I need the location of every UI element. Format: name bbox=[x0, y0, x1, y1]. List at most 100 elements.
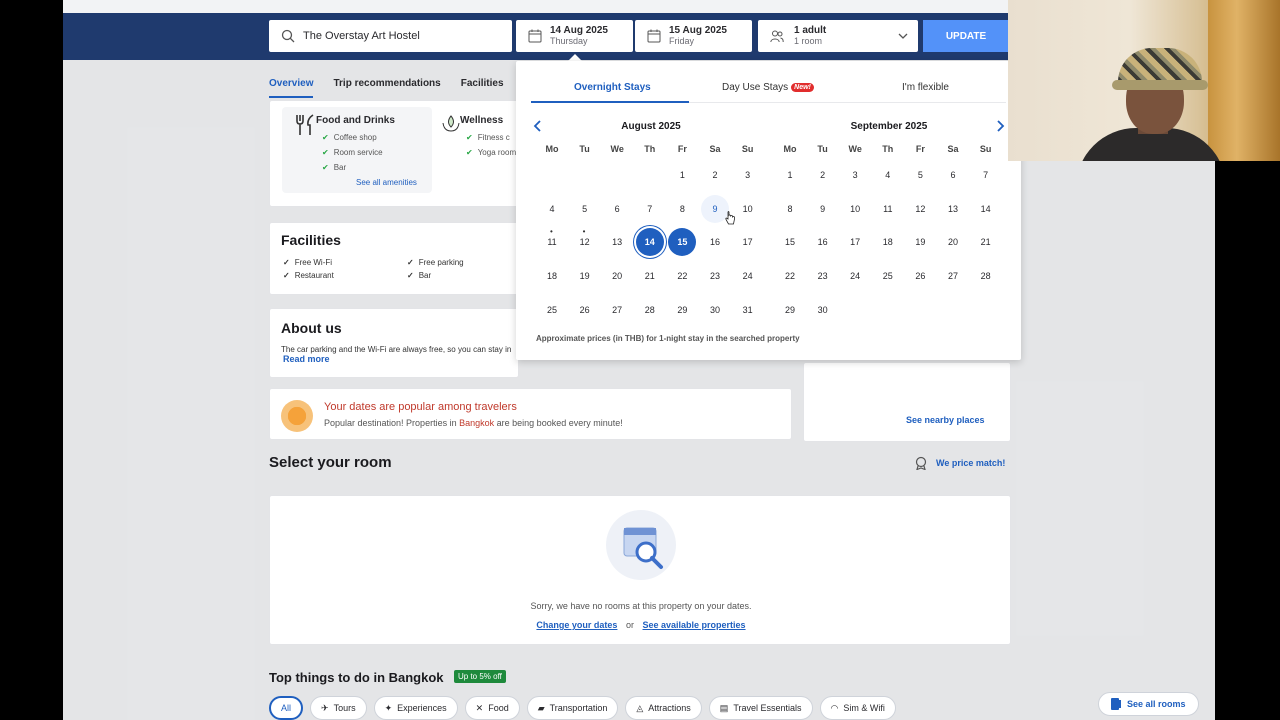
calendar-day[interactable]: 23 bbox=[701, 262, 729, 290]
calendar-day[interactable]: 22 bbox=[776, 262, 804, 290]
calendar-day[interactable]: 30 bbox=[809, 296, 837, 324]
calendar-day[interactable]: 29 bbox=[668, 296, 696, 324]
calendar-day[interactable]: 3 bbox=[841, 161, 869, 189]
things-to-do-title: Top things to do in Bangkok bbox=[269, 670, 444, 685]
food-icon: ✕ bbox=[475, 702, 484, 713]
calendar-day[interactable]: 30 bbox=[701, 296, 729, 324]
chip-attractions[interactable]: ◬ Attractions bbox=[625, 696, 702, 720]
calendar-day[interactable]: 14 bbox=[635, 228, 664, 257]
calendar-day[interactable]: 29 bbox=[776, 296, 804, 324]
calendar-day[interactable]: 6 bbox=[939, 161, 967, 189]
calendar-day[interactable]: 1 bbox=[668, 161, 696, 189]
calendar-day[interactable]: 26 bbox=[571, 296, 599, 324]
calendar-day[interactable]: 2 bbox=[809, 161, 837, 189]
calendar-day[interactable]: 13 bbox=[939, 195, 967, 223]
calendar-day[interactable]: 25 bbox=[538, 296, 566, 324]
calendar-day[interactable]: 14 bbox=[972, 195, 1000, 223]
calendar-day[interactable]: 9 bbox=[809, 195, 837, 223]
calendar-day[interactable]: 24 bbox=[734, 262, 762, 290]
chip-transportation[interactable]: ▰ Transportation bbox=[526, 696, 619, 720]
chip-tours[interactable]: ✈ Tours bbox=[310, 696, 367, 720]
update-button[interactable]: UPDATE bbox=[923, 20, 1009, 52]
tab-facilities[interactable]: Facilities bbox=[461, 66, 504, 98]
calendar-day[interactable]: 11 bbox=[874, 195, 902, 223]
search-input[interactable]: The Overstay Art Hostel bbox=[269, 20, 512, 52]
calendar-day[interactable]: 7 bbox=[636, 195, 664, 223]
tab-overnight-stays[interactable]: Overnight Stays bbox=[574, 82, 651, 93]
tab-day-use-stays[interactable]: Day Use Stays New! bbox=[722, 82, 814, 93]
tab-trip-recommendations[interactable]: Trip recommendations bbox=[333, 66, 440, 98]
chip-travel-essentials[interactable]: ▤ Travel Essentials bbox=[708, 696, 813, 720]
checkout-date-field[interactable]: 15 Aug 2025 Friday bbox=[635, 20, 752, 52]
see-all-rooms-button[interactable]: See all rooms bbox=[1098, 692, 1199, 716]
calendar-day[interactable]: 17 bbox=[841, 228, 869, 256]
popover-arrow bbox=[568, 54, 582, 61]
search-icon bbox=[281, 29, 295, 43]
no-rooms-message: Sorry, we have no rooms at this property… bbox=[530, 601, 752, 611]
read-more-link[interactable]: Read more bbox=[283, 354, 330, 364]
calendar-day[interactable]: 28 bbox=[972, 262, 1000, 290]
calendar-day[interactable]: 15 bbox=[776, 228, 804, 256]
see-available-properties-link[interactable]: See available properties bbox=[643, 620, 746, 630]
calendar-day[interactable]: 20 bbox=[939, 228, 967, 256]
calendar-day[interactable]: 4 bbox=[874, 161, 902, 189]
calendar-day[interactable]: 10 bbox=[841, 195, 869, 223]
change-dates-link[interactable]: Change your dates bbox=[536, 620, 617, 630]
calendar-day[interactable]: 24 bbox=[841, 262, 869, 290]
calendar-day[interactable]: 18 bbox=[538, 262, 566, 290]
chip-all[interactable]: All bbox=[269, 696, 304, 720]
price-note: Approximate prices (in THB) for 1-night … bbox=[536, 334, 800, 343]
calendar-day[interactable]: 10 bbox=[734, 195, 762, 223]
weekday-label: Sa bbox=[947, 144, 959, 154]
calendar-day[interactable]: 28 bbox=[636, 296, 664, 324]
checkin-date-field[interactable]: 14 Aug 2025 Thursday bbox=[516, 20, 633, 52]
calendar-day[interactable]: 1 bbox=[776, 161, 804, 189]
calendar-day[interactable]: 7 bbox=[972, 161, 1000, 189]
calendar-day[interactable]: 18 bbox=[874, 228, 902, 256]
calendar-day[interactable]: 8 bbox=[668, 195, 696, 223]
calendar-day[interactable]: 26 bbox=[906, 262, 934, 290]
calendar-day[interactable]: 13 bbox=[603, 228, 631, 256]
chip-food[interactable]: ✕ Food bbox=[464, 696, 520, 720]
calendar-day[interactable]: 8 bbox=[776, 195, 804, 223]
calendar-day[interactable]: 15 bbox=[668, 228, 697, 257]
discount-badge: Up to 5% off bbox=[454, 670, 506, 683]
calendar-day[interactable]: 21 bbox=[636, 262, 664, 290]
tab-im-flexible[interactable]: I'm flexible bbox=[902, 82, 949, 93]
hand-cursor-icon bbox=[725, 211, 735, 225]
calendar-day[interactable]: 16 bbox=[809, 228, 837, 256]
calendar-day[interactable]: 2 bbox=[701, 161, 729, 189]
food-drinks-title: Food and Drinks bbox=[316, 115, 395, 126]
chip-sim-wifi[interactable]: ◠ Sim & Wifi bbox=[819, 696, 896, 720]
calendar-day[interactable]: 25 bbox=[874, 262, 902, 290]
calendar-day[interactable]: 12 bbox=[571, 218, 599, 256]
see-all-amenities-link[interactable]: See all amenities bbox=[356, 178, 417, 187]
calendar-day[interactable]: 21 bbox=[972, 228, 1000, 256]
see-nearby-places-link[interactable]: See nearby places bbox=[906, 415, 985, 425]
chip-experiences[interactable]: ✦ Experiences bbox=[373, 696, 458, 720]
calendar-day[interactable]: 16 bbox=[701, 228, 729, 256]
calendar-day[interactable]: 12 bbox=[906, 195, 934, 223]
calendar-in-icon bbox=[528, 29, 542, 43]
amenity-item: Coffee shop bbox=[322, 133, 377, 142]
calendar-day[interactable]: 17 bbox=[734, 228, 762, 256]
calendar-day[interactable]: 20 bbox=[603, 262, 631, 290]
calendar-day[interactable]: 23 bbox=[809, 262, 837, 290]
calendar-day[interactable]: 6 bbox=[603, 195, 631, 223]
calendar-day[interactable]: 31 bbox=[734, 296, 762, 324]
checkin-day: Thursday bbox=[550, 36, 588, 46]
calendar-day[interactable]: 5 bbox=[906, 161, 934, 189]
calendar-day[interactable]: 19 bbox=[906, 228, 934, 256]
weekday-label: Fr bbox=[677, 144, 687, 154]
price-match-link[interactable]: We price match! bbox=[914, 456, 1005, 470]
calendar-day[interactable]: 11 bbox=[538, 218, 566, 256]
checkout-day: Friday bbox=[669, 36, 695, 46]
guests-field[interactable]: 1 adult 1 room bbox=[758, 20, 918, 52]
calendar-day[interactable]: 19 bbox=[571, 262, 599, 290]
calendar-day[interactable]: 27 bbox=[603, 296, 631, 324]
facility-item: Restaurant bbox=[283, 271, 334, 280]
calendar-day[interactable]: 3 bbox=[734, 161, 762, 189]
calendar-day[interactable]: 22 bbox=[668, 262, 696, 290]
tab-overview[interactable]: Overview bbox=[269, 66, 314, 98]
calendar-day[interactable]: 27 bbox=[939, 262, 967, 290]
